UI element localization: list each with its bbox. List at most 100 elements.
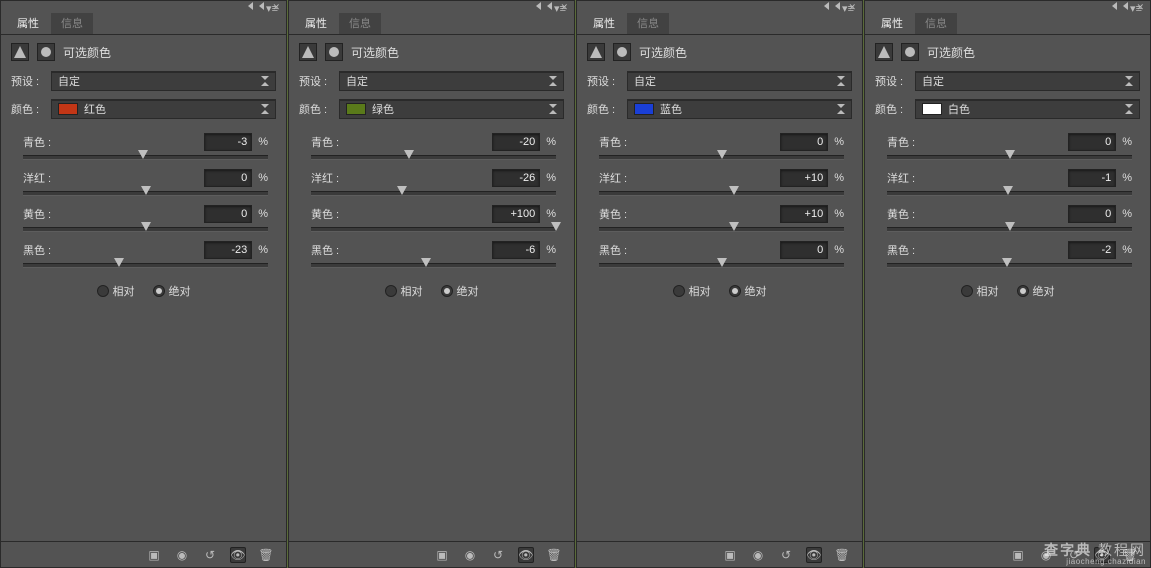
- view-previous-icon[interactable]: ◉: [750, 547, 766, 563]
- slider-thumb-icon[interactable]: [114, 258, 124, 267]
- black-input[interactable]: -2: [1068, 241, 1116, 259]
- slider-thumb-icon[interactable]: [729, 186, 739, 195]
- clip-to-layer-icon[interactable]: ▣: [1010, 547, 1026, 563]
- color-dropdown[interactable]: 白色: [915, 99, 1140, 119]
- color-dropdown[interactable]: 红色: [51, 99, 276, 119]
- tab-properties[interactable]: 属性: [7, 11, 49, 34]
- magenta-input[interactable]: 0: [204, 169, 252, 187]
- cyan-input[interactable]: -3: [204, 133, 252, 151]
- panel-menu-icon[interactable]: ▾≡: [266, 2, 278, 15]
- slider-thumb-icon[interactable]: [1005, 150, 1015, 159]
- slider-thumb-icon[interactable]: [1005, 222, 1015, 231]
- panel-menu-icon[interactable]: ▾≡: [1130, 2, 1142, 15]
- radio-absolute[interactable]: 绝对: [1017, 283, 1055, 299]
- slider-thumb-icon[interactable]: [717, 258, 727, 267]
- preset-dropdown[interactable]: 自定: [51, 71, 276, 91]
- magenta-slider[interactable]: [599, 191, 844, 195]
- radio-relative[interactable]: 相对: [97, 283, 135, 299]
- collapse-left-icon[interactable]: [824, 2, 829, 10]
- preset-dropdown[interactable]: 自定: [339, 71, 564, 91]
- yellow-input[interactable]: +100: [492, 205, 540, 223]
- yellow-input[interactable]: 0: [1068, 205, 1116, 223]
- slider-thumb-icon[interactable]: [397, 186, 407, 195]
- tab-info[interactable]: 信息: [339, 11, 381, 34]
- collapse-left-icon[interactable]: [248, 2, 253, 10]
- magenta-slider[interactable]: [887, 191, 1132, 195]
- radio-relative[interactable]: 相对: [961, 283, 999, 299]
- reset-icon[interactable]: ↺: [1066, 547, 1082, 563]
- cyan-slider[interactable]: [23, 155, 268, 159]
- tab-properties[interactable]: 属性: [295, 11, 337, 34]
- black-slider[interactable]: [311, 263, 556, 267]
- black-input[interactable]: -23: [204, 241, 252, 259]
- slider-thumb-icon[interactable]: [138, 150, 148, 159]
- toggle-visibility-icon[interactable]: 👁: [806, 547, 822, 563]
- magenta-input[interactable]: +10: [780, 169, 828, 187]
- collapse-right-icon[interactable]: [259, 2, 264, 10]
- clip-to-layer-icon[interactable]: ▣: [434, 547, 450, 563]
- toggle-visibility-icon[interactable]: 👁: [1094, 547, 1110, 563]
- cyan-slider[interactable]: [311, 155, 556, 159]
- panel-menu-icon[interactable]: ▾≡: [554, 2, 566, 15]
- yellow-slider[interactable]: [311, 227, 556, 231]
- delete-icon[interactable]: 🗑: [834, 547, 850, 563]
- view-previous-icon[interactable]: ◉: [462, 547, 478, 563]
- cyan-slider[interactable]: [599, 155, 844, 159]
- tab-info[interactable]: 信息: [627, 11, 669, 34]
- radio-relative[interactable]: 相对: [673, 283, 711, 299]
- magenta-slider[interactable]: [23, 191, 268, 195]
- tab-properties[interactable]: 属性: [583, 11, 625, 34]
- yellow-slider[interactable]: [23, 227, 268, 231]
- cyan-input[interactable]: 0: [780, 133, 828, 151]
- reset-icon[interactable]: ↺: [778, 547, 794, 563]
- radio-relative[interactable]: 相对: [385, 283, 423, 299]
- slider-thumb-icon[interactable]: [1003, 186, 1013, 195]
- slider-thumb-icon[interactable]: [141, 222, 151, 231]
- radio-absolute[interactable]: 绝对: [153, 283, 191, 299]
- preset-dropdown[interactable]: 自定: [627, 71, 852, 91]
- view-previous-icon[interactable]: ◉: [174, 547, 190, 563]
- slider-thumb-icon[interactable]: [141, 186, 151, 195]
- reset-icon[interactable]: ↺: [202, 547, 218, 563]
- cyan-slider[interactable]: [887, 155, 1132, 159]
- toggle-visibility-icon[interactable]: 👁: [230, 547, 246, 563]
- collapse-right-icon[interactable]: [547, 2, 552, 10]
- tab-properties[interactable]: 属性: [871, 11, 913, 34]
- slider-thumb-icon[interactable]: [729, 222, 739, 231]
- slider-thumb-icon[interactable]: [404, 150, 414, 159]
- clip-to-layer-icon[interactable]: ▣: [146, 547, 162, 563]
- collapse-left-icon[interactable]: [1112, 2, 1117, 10]
- tab-info[interactable]: 信息: [915, 11, 957, 34]
- black-slider[interactable]: [23, 263, 268, 267]
- collapse-left-icon[interactable]: [536, 2, 541, 10]
- black-input[interactable]: 0: [780, 241, 828, 259]
- color-dropdown[interactable]: 绿色: [339, 99, 564, 119]
- magenta-input[interactable]: -1: [1068, 169, 1116, 187]
- slider-thumb-icon[interactable]: [717, 150, 727, 159]
- cyan-input[interactable]: -20: [492, 133, 540, 151]
- reset-icon[interactable]: ↺: [490, 547, 506, 563]
- delete-icon[interactable]: 🗑: [258, 547, 274, 563]
- yellow-slider[interactable]: [599, 227, 844, 231]
- collapse-right-icon[interactable]: [835, 2, 840, 10]
- magenta-input[interactable]: -26: [492, 169, 540, 187]
- view-previous-icon[interactable]: ◉: [1038, 547, 1054, 563]
- collapse-right-icon[interactable]: [1123, 2, 1128, 10]
- clip-to-layer-icon[interactable]: ▣: [722, 547, 738, 563]
- toggle-visibility-icon[interactable]: 👁: [518, 547, 534, 563]
- radio-absolute[interactable]: 绝对: [441, 283, 479, 299]
- yellow-input[interactable]: 0: [204, 205, 252, 223]
- black-input[interactable]: -6: [492, 241, 540, 259]
- slider-thumb-icon[interactable]: [551, 222, 561, 231]
- magenta-slider[interactable]: [311, 191, 556, 195]
- yellow-slider[interactable]: [887, 227, 1132, 231]
- yellow-input[interactable]: +10: [780, 205, 828, 223]
- delete-icon[interactable]: 🗑: [546, 547, 562, 563]
- tab-info[interactable]: 信息: [51, 11, 93, 34]
- black-slider[interactable]: [887, 263, 1132, 267]
- slider-thumb-icon[interactable]: [421, 258, 431, 267]
- panel-menu-icon[interactable]: ▾≡: [842, 2, 854, 15]
- black-slider[interactable]: [599, 263, 844, 267]
- color-dropdown[interactable]: 蓝色: [627, 99, 852, 119]
- delete-icon[interactable]: 🗑: [1122, 547, 1138, 563]
